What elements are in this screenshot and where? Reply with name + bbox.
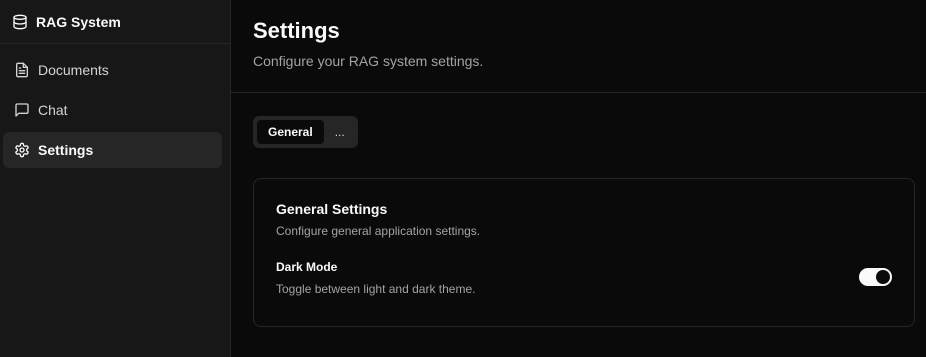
general-settings-card: General Settings Configure general appli… xyxy=(253,178,915,327)
dark-mode-toggle[interactable] xyxy=(859,268,892,286)
brand-title: RAG System xyxy=(36,13,121,30)
brand[interactable]: RAG System xyxy=(0,0,230,44)
card-description: Configure general application settings. xyxy=(276,224,481,238)
setting-label: Dark Mode xyxy=(276,260,338,274)
sidebar-item-label: Settings xyxy=(38,142,94,158)
database-icon xyxy=(12,14,28,30)
tab-general[interactable]: General xyxy=(257,120,324,144)
tab-list: General ... xyxy=(253,116,358,148)
sidebar-nav: Documents Chat Settings xyxy=(0,44,230,168)
app-window: RAG System Documents Chat Settings Setti… xyxy=(0,0,926,357)
setting-row-dark-mode: Dark Mode Toggle between light and dark … xyxy=(276,260,892,296)
tab-more[interactable]: ... xyxy=(326,120,354,144)
settings-content: General ... General Settings Configure g… xyxy=(231,93,926,327)
sidebar-item-label: Documents xyxy=(38,62,109,78)
sidebar: RAG System Documents Chat Settings xyxy=(0,0,231,357)
document-icon xyxy=(14,62,30,78)
card-title: General Settings xyxy=(276,201,388,217)
sidebar-item-label: Chat xyxy=(38,102,68,118)
toggle-knob xyxy=(876,270,890,284)
page-title: Settings xyxy=(253,18,340,43)
sidebar-item-settings[interactable]: Settings xyxy=(3,132,222,168)
sidebar-item-chat[interactable]: Chat xyxy=(3,92,222,128)
main-content: Settings Configure your RAG system setti… xyxy=(231,0,926,357)
gear-icon xyxy=(14,142,30,158)
sidebar-item-documents[interactable]: Documents xyxy=(3,52,222,88)
chat-icon xyxy=(14,102,30,118)
page-subtitle: Configure your RAG system settings. xyxy=(253,53,484,69)
page-header: Settings Configure your RAG system setti… xyxy=(231,0,926,93)
setting-description: Toggle between light and dark theme. xyxy=(276,282,476,296)
